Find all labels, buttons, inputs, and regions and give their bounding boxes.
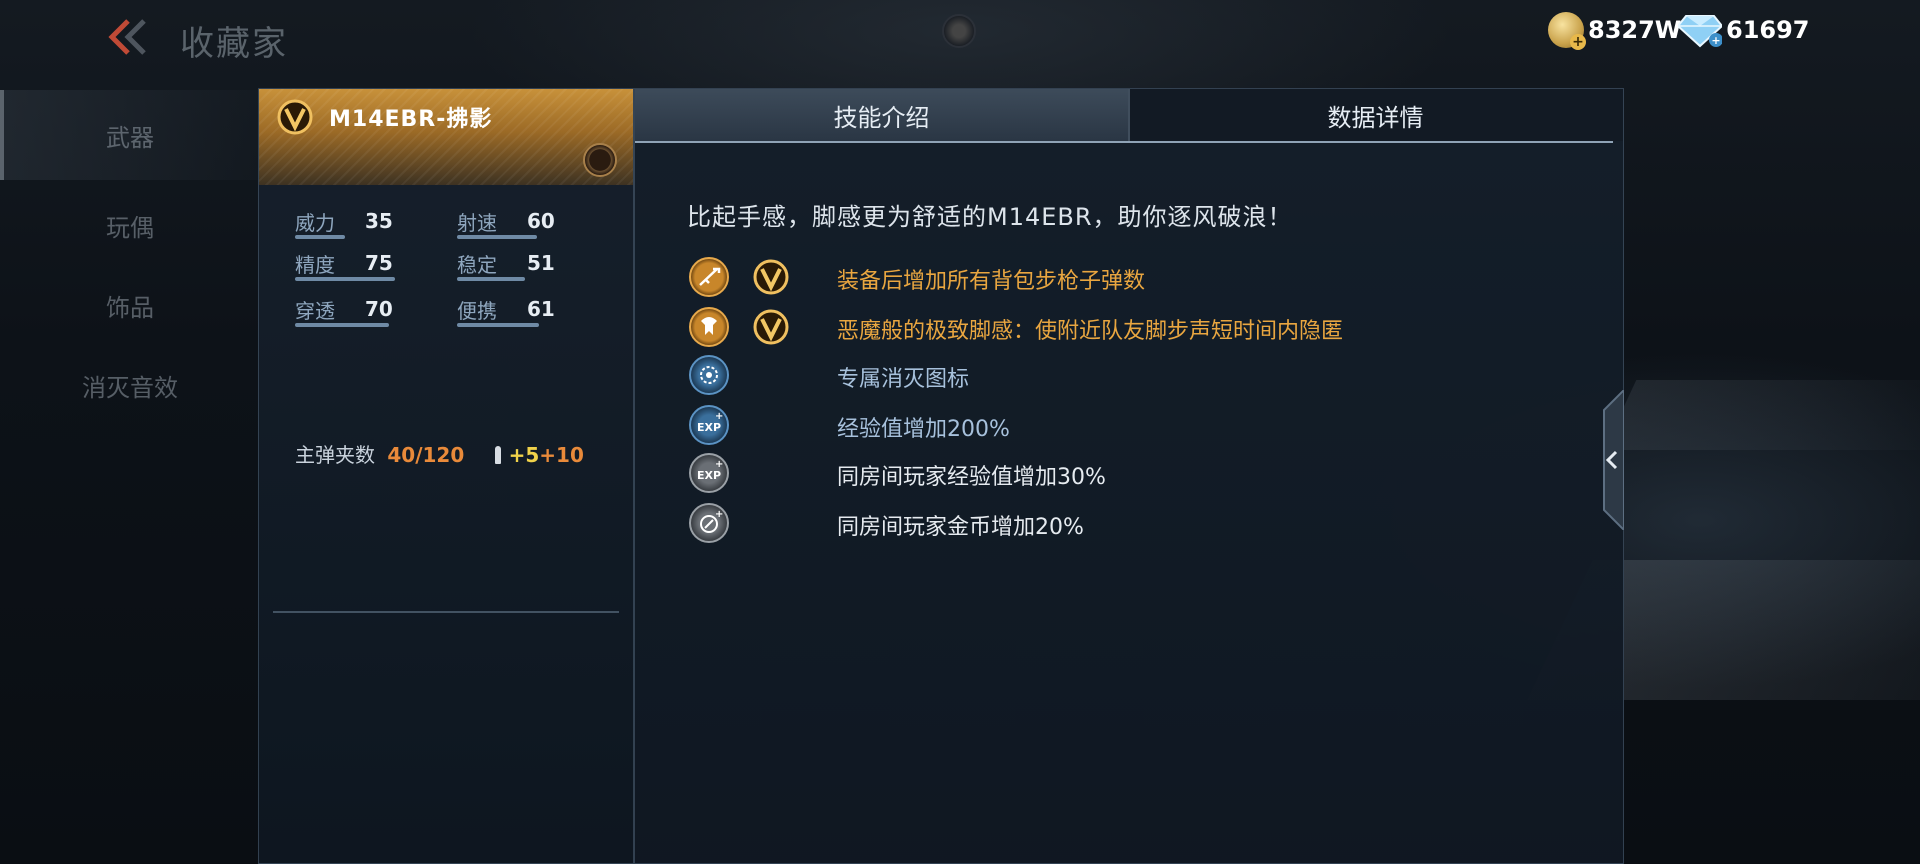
sidebar-item-accessories[interactable]: 饰品: [0, 260, 260, 350]
skill-row: + 同房间玩家金币增加20%: [689, 503, 1589, 547]
skill-row: EXP + 同房间玩家经验值增加30%: [689, 453, 1589, 497]
weapon-info-panel: M14EBR-拂影 威力 35 射速 60 精度 75 稳定 51 穿透 70: [258, 88, 634, 864]
double-chevron-left-icon: [108, 19, 146, 55]
stat-label: 威力: [295, 211, 335, 235]
diamond-currency: + 61697: [1678, 12, 1810, 48]
detail-panel: 技能介绍 数据详情 比起手感，脚感更为舒适的M14EBR，助你逐风破浪！ 装备后…: [634, 88, 1624, 864]
background-decoration: [1603, 380, 1920, 450]
sidebar-item-weapons[interactable]: 武器: [0, 90, 260, 180]
ammo-bonus-a: +5: [508, 443, 540, 467]
sidebar-item-label: 消灭音效: [82, 373, 178, 402]
skill-text: 经验值增加200%: [837, 417, 1010, 442]
stat-rate: 射速 60: [457, 207, 577, 239]
sidebar-item-label: 饰品: [106, 293, 154, 322]
ammo-bonus: +5+10: [494, 443, 584, 467]
add-gold-icon[interactable]: +: [1570, 34, 1586, 50]
svg-text:EXP: EXP: [697, 421, 721, 434]
svg-text:+: +: [715, 411, 723, 422]
stat-value: 61: [527, 297, 555, 321]
sidebar-item-label: 武器: [106, 123, 154, 152]
stat-label: 精度: [295, 253, 335, 277]
stat-stability: 稳定 51: [457, 249, 577, 281]
skill-row: EXP + 经验值增加200%: [689, 405, 1589, 449]
exp-glyph: EXP+: [697, 411, 723, 434]
tab-label: 数据详情: [1327, 103, 1424, 132]
footstep-glyph: [701, 317, 717, 335]
stat-value: 51: [527, 251, 555, 275]
kill-emblem-icon: [689, 355, 729, 395]
stat-portability: 便携 61: [457, 295, 577, 327]
stat-value: 75: [365, 251, 393, 275]
stat-bar: [295, 235, 345, 239]
stat-value: 70: [365, 297, 393, 321]
ammo-value: 40/120: [387, 443, 465, 467]
skill-text: 恶魔般的极致脚感：使附近队友脚步声短时间内隐匿: [837, 319, 1344, 344]
skill-text: 同房间玩家金币增加20%: [837, 515, 1084, 540]
ammo-bonus-b: +10: [539, 443, 584, 467]
ammo-label: 主弹夹数: [295, 443, 375, 467]
skill-row: 装备后增加所有背包步枪子弹数: [689, 257, 1589, 301]
collapse-panel-handle[interactable]: [1598, 390, 1624, 530]
vip-badge-icon: [753, 309, 789, 345]
sidebar-item-dolls[interactable]: 玩偶: [0, 180, 260, 270]
kill-emblem-glyph: [700, 366, 718, 384]
skill-row: 专属消灭图标: [689, 355, 1589, 399]
tab-label: 技能介绍: [833, 103, 930, 132]
stat-value: 35: [365, 209, 393, 233]
tab-divider: [1128, 89, 1130, 141]
diamond-amount: 61697: [1726, 16, 1810, 44]
stat-label: 稳定: [457, 253, 497, 277]
stat-bar: [295, 323, 389, 327]
stat-label: 穿透: [295, 299, 335, 323]
svg-text:+: +: [1711, 34, 1720, 47]
tab-skill-intro[interactable]: 技能介绍: [635, 89, 1128, 141]
ammo-row: 主弹夹数 40/120 +5+10: [295, 439, 584, 468]
bullet-icon: [494, 446, 501, 464]
room-exp-glyph: EXP+: [697, 459, 723, 482]
stat-label: 射速: [457, 211, 497, 235]
rifle-icon: [689, 257, 729, 297]
stat-penetration: 穿透 70: [295, 295, 415, 327]
vip-badge-icon: [753, 259, 789, 295]
svg-text:EXP: EXP: [697, 469, 721, 482]
skill-description: 比起手感，脚感更为舒适的M14EBR，助你逐风破浪！: [687, 203, 1293, 231]
room-coin-icon: +: [689, 503, 729, 543]
vip-badge-icon: [277, 99, 313, 135]
skill-text: 装备后增加所有背包步枪子弹数: [837, 269, 1146, 294]
stat-label: 便携: [457, 299, 497, 323]
skill-text: 同房间玩家经验值增加30%: [837, 465, 1106, 490]
svg-text:+: +: [715, 459, 723, 470]
stat-power: 威力 35: [295, 207, 415, 239]
gold-amount: 8327W: [1588, 16, 1682, 44]
gold-coin-icon[interactable]: +: [1548, 12, 1586, 50]
footstep-icon: [689, 307, 729, 347]
rifle-glyph: [699, 267, 721, 286]
svg-text:+: +: [715, 509, 723, 520]
gold-currency: + 8327W: [1548, 12, 1682, 50]
exp-plus-icon: EXP +: [689, 405, 729, 445]
stat-bar: [457, 277, 525, 281]
room-coin-glyph: +: [700, 509, 723, 533]
panel-divider: [273, 611, 619, 613]
stat-value: 60: [527, 209, 555, 233]
weapon-skin-icon[interactable]: [583, 143, 617, 177]
tab-underline: [635, 141, 1613, 143]
skill-row: 恶魔般的极致脚感：使附近队友脚步声短时间内隐匿: [689, 307, 1589, 351]
diamond-icon[interactable]: +: [1678, 12, 1722, 48]
back-button[interactable]: [104, 14, 152, 60]
skill-text: 专属消灭图标: [837, 367, 970, 392]
top-header: 收藏家 + 8327W + 61697: [0, 0, 1920, 72]
page-title: 收藏家: [180, 24, 288, 64]
weapon-name: M14EBR-拂影: [329, 107, 493, 132]
sidebar-item-label: 玩偶: [106, 213, 154, 242]
tab-data-details[interactable]: 数据详情: [1128, 89, 1623, 141]
stat-bar: [457, 323, 539, 327]
stat-bar: [457, 235, 537, 239]
weapon-header: M14EBR-拂影: [259, 89, 633, 185]
stat-accuracy: 精度 75: [295, 249, 415, 281]
room-exp-icon: EXP +: [689, 453, 729, 493]
sidebar-item-kill-sounds[interactable]: 消灭音效: [0, 340, 260, 430]
stat-bar: [295, 277, 395, 281]
